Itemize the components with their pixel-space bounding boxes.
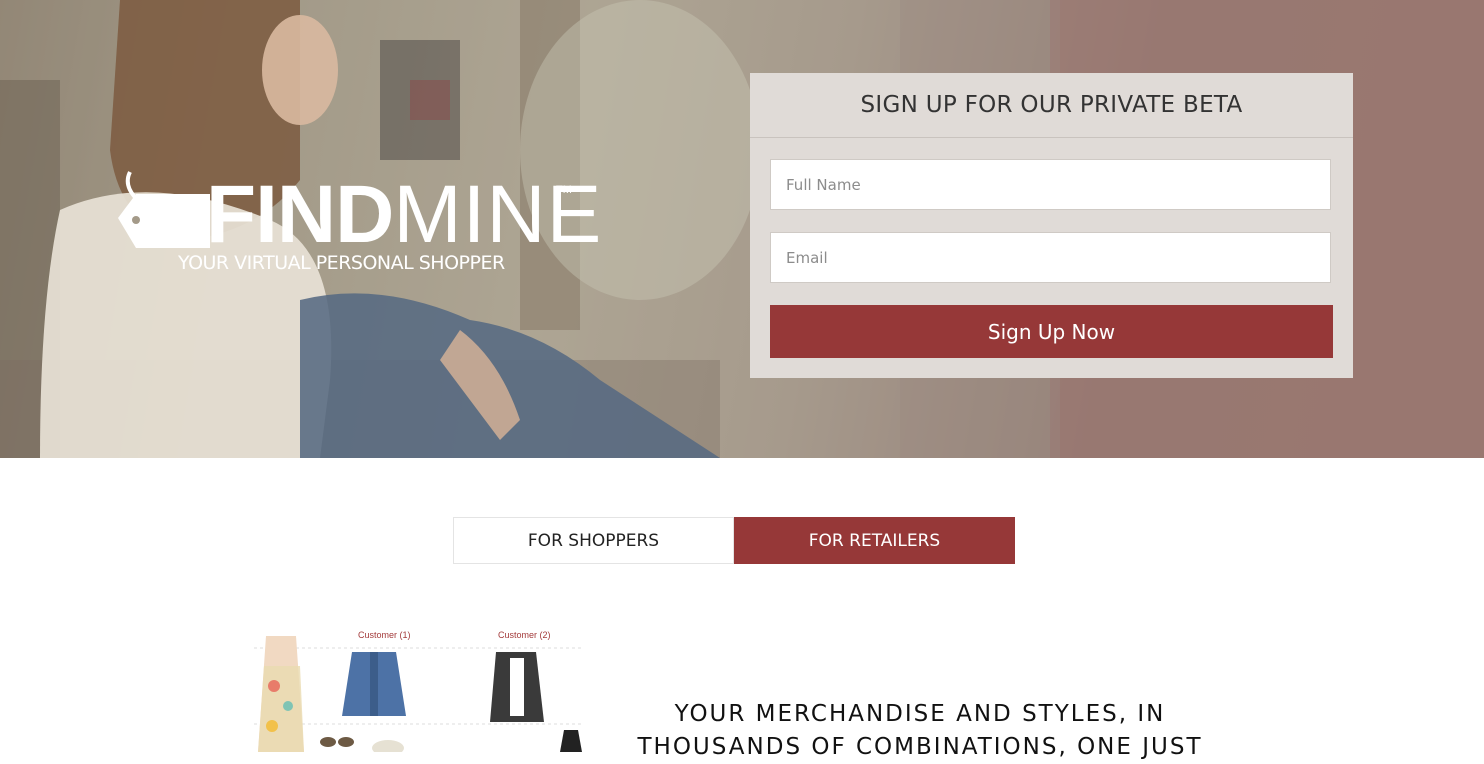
logo-mine: MINE: [393, 169, 603, 260]
trademark-mark: TM: [556, 184, 572, 196]
hero-banner: FINDMINE TM YOUR VIRTUAL PERSONAL SHOPPE…: [0, 0, 1484, 458]
customer-2-label: Customer (2): [498, 630, 551, 640]
headline-line-2: THOUSANDS OF COMBINATIONS, ONE JUST: [637, 734, 1203, 760]
full-name-input[interactable]: [770, 159, 1331, 210]
tagline: YOUR VIRTUAL PERSONAL SHOPPER: [178, 252, 505, 274]
customer-1-label: Customer (1): [358, 630, 411, 640]
outfit-collage-image: [254, 636, 584, 752]
tab-for-shoppers[interactable]: FOR SHOPPERS: [453, 517, 734, 564]
signup-panel: SIGN UP FOR OUR PRIVATE BETA Sign Up Now: [750, 73, 1353, 378]
findmine-logo[interactable]: FINDMINE TM YOUR VIRTUAL PERSONAL SHOPPE…: [114, 170, 601, 280]
email-input[interactable]: [770, 232, 1331, 283]
headline-line-1: YOUR MERCHANDISE AND STYLES, IN: [674, 701, 1166, 727]
audience-tabs: FOR SHOPPERS FOR RETAILERS: [453, 517, 1015, 564]
signup-title: SIGN UP FOR OUR PRIVATE BETA: [750, 73, 1353, 138]
logo-wordmark: FINDMINE: [206, 174, 602, 256]
outfit-collage: Customer (1) Customer (2): [244, 626, 590, 752]
sign-up-button[interactable]: Sign Up Now: [770, 305, 1333, 358]
retailers-headline: YOUR MERCHANDISE AND STYLES, IN THOUSAND…: [630, 698, 1210, 764]
tab-for-retailers[interactable]: FOR RETAILERS: [734, 517, 1015, 564]
price-tag-icon: [118, 171, 210, 248]
logo-find: FIND: [206, 169, 394, 260]
